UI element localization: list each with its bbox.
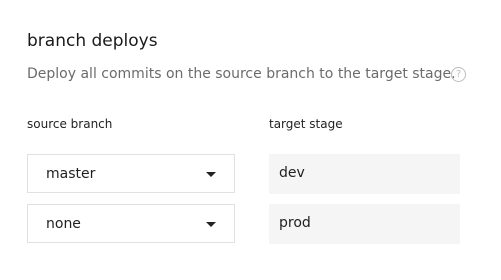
source-branch-select-prod[interactable]: none <box>27 204 235 243</box>
section-description: Deploy all commits on the source branch … <box>27 66 456 82</box>
target-stage-prod: prod <box>269 204 460 244</box>
caret-down-icon <box>206 222 216 227</box>
target-stage-value: dev <box>279 165 305 181</box>
branch-deploys-panel: branch deploys Deploy all commits on the… <box>0 0 501 280</box>
source-branch-select-dev[interactable]: master <box>27 154 235 193</box>
source-branch-label: source branch <box>27 117 113 131</box>
source-branch-value: master <box>46 166 96 182</box>
help-icon[interactable]: ? <box>451 67 466 82</box>
section-title: branch deploys <box>27 31 158 51</box>
caret-down-icon <box>206 172 216 177</box>
source-branch-value: none <box>46 216 81 232</box>
target-stage-dev: dev <box>269 154 460 194</box>
target-stage-value: prod <box>279 215 311 231</box>
target-stage-label: target stage <box>269 117 343 131</box>
